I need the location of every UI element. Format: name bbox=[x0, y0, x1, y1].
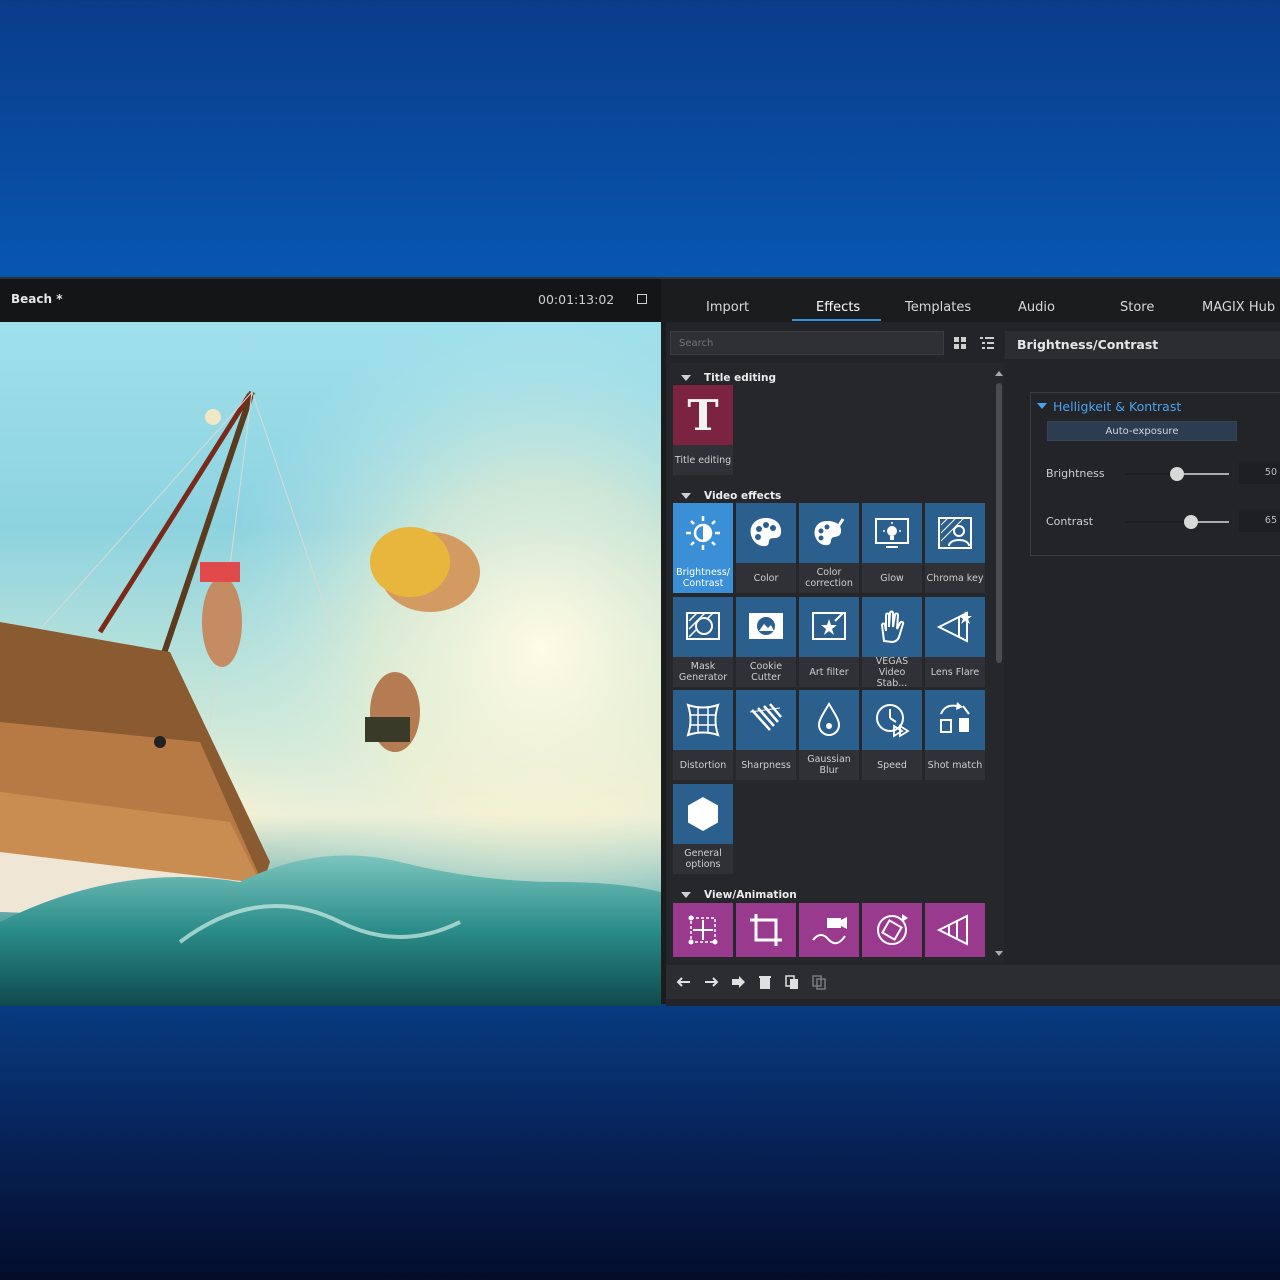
forward-arrow-icon[interactable] bbox=[701, 972, 721, 992]
perspective-icon bbox=[925, 903, 985, 957]
chroma-key-icon bbox=[925, 503, 985, 563]
cookie-cutter-icon bbox=[736, 597, 796, 657]
effect-tile-speed[interactable]: Speed bbox=[862, 690, 922, 780]
effect-tile-title-editing[interactable]: T Title editing bbox=[673, 385, 733, 475]
timecode: 00:01:13:02 bbox=[538, 292, 615, 307]
tab-audio[interactable]: Audio bbox=[1018, 300, 1055, 315]
video-preview[interactable] bbox=[0, 322, 661, 1006]
effect-tile-shot-match[interactable]: Shot match bbox=[925, 690, 985, 780]
crop-icon bbox=[736, 903, 796, 957]
sun-icon bbox=[673, 503, 733, 563]
effect-tile-color[interactable]: Color bbox=[736, 503, 796, 593]
tab-bar: Import Effects Templates Audio Store MAG… bbox=[666, 279, 1280, 322]
brightness-label: Brightness bbox=[1046, 467, 1105, 480]
effect-tile-crop[interactable] bbox=[736, 903, 796, 957]
shot-match-icon bbox=[925, 690, 985, 750]
drop-icon bbox=[799, 690, 859, 750]
effect-tile-rotation[interactable] bbox=[862, 903, 922, 957]
effect-tile-cookie-cutter[interactable]: Cookie Cutter bbox=[736, 597, 796, 687]
project-title: Beach * bbox=[11, 292, 63, 306]
collapse-arrow-icon[interactable] bbox=[681, 892, 691, 898]
brightness-value[interactable]: 50 bbox=[1239, 462, 1280, 484]
scroll-up-icon[interactable] bbox=[995, 371, 1003, 376]
apply-effect-icon[interactable] bbox=[728, 972, 748, 992]
tab-templates[interactable]: Templates bbox=[905, 300, 971, 315]
contrast-slider[interactable] bbox=[1125, 515, 1229, 529]
effect-tile-distortion[interactable]: Distortion bbox=[673, 690, 733, 780]
title-t-icon: T bbox=[673, 385, 733, 445]
effect-properties: Helligkeit & Kontrast Auto-exposure Brig… bbox=[1030, 392, 1280, 556]
grid-view-icon[interactable] bbox=[951, 334, 969, 352]
speed-clock-icon bbox=[862, 690, 922, 750]
move-position-icon bbox=[673, 903, 733, 957]
glow-bulb-icon bbox=[862, 503, 922, 563]
back-arrow-icon[interactable] bbox=[674, 972, 694, 992]
contrast-label: Contrast bbox=[1046, 515, 1094, 528]
effect-tile-glow[interactable]: Glow bbox=[862, 503, 922, 593]
search-row bbox=[670, 331, 1000, 357]
hand-stabilizer-icon bbox=[862, 597, 922, 657]
preview-header: Beach * 00:01:13:02 bbox=[0, 279, 661, 322]
effect-tile-mask-generator[interactable]: Mask Generator bbox=[673, 597, 733, 687]
contrast-value[interactable]: 65 bbox=[1239, 510, 1280, 532]
collapse-arrow-icon[interactable] bbox=[681, 493, 691, 499]
brightness-slider[interactable] bbox=[1125, 467, 1229, 481]
browser-scrollbar[interactable] bbox=[995, 371, 1003, 956]
effect-tile-vegas-video-stab[interactable]: VEGAS Video Stab... bbox=[862, 597, 922, 689]
collapse-arrow-icon[interactable] bbox=[1037, 403, 1047, 409]
properties-group-title[interactable]: Helligkeit & Kontrast bbox=[1053, 399, 1181, 414]
media-pool-panel: Import Effects Templates Audio Store MAG… bbox=[666, 279, 1280, 1006]
contrast-slider-fill bbox=[1125, 521, 1191, 523]
lens-flare-icon bbox=[925, 597, 985, 657]
contrast-slider-knob[interactable] bbox=[1183, 515, 1198, 529]
paste-icon[interactable] bbox=[809, 972, 829, 992]
palette-icon bbox=[736, 503, 796, 563]
browser-toolbar bbox=[666, 965, 1280, 999]
effect-tile-sharpness[interactable]: Sharpness bbox=[736, 690, 796, 780]
brightness-slider-knob[interactable] bbox=[1170, 467, 1184, 481]
effect-tile-brightness-contrast[interactable]: Brightness/ Contrast bbox=[673, 503, 733, 593]
list-view-icon[interactable] bbox=[978, 334, 996, 352]
copy-icon[interactable] bbox=[782, 972, 802, 992]
effect-tile-general-options[interactable]: General options bbox=[673, 784, 733, 874]
camera-path-icon bbox=[799, 903, 859, 957]
effect-tile-art-filter[interactable]: Art filter bbox=[799, 597, 859, 687]
delete-trash-icon[interactable] bbox=[755, 972, 775, 992]
tab-magix-hub[interactable]: MAGIX Hub bbox=[1202, 300, 1275, 315]
rotate-icon bbox=[862, 903, 922, 957]
app-window: Beach * 00:01:13:02 Import Effects Templ… bbox=[0, 277, 1280, 1006]
tab-import[interactable]: Import bbox=[706, 300, 749, 315]
effect-tile-camera-path[interactable] bbox=[799, 903, 859, 957]
effects-browser: Title editing T Title editing Video effe… bbox=[670, 363, 1004, 963]
beach-jump-image bbox=[0, 322, 661, 1006]
active-tab-indicator bbox=[792, 319, 881, 321]
effect-tile-view-position[interactable] bbox=[673, 903, 733, 957]
effect-tile-chroma-key[interactable]: Chroma key bbox=[925, 503, 985, 593]
sharpness-icon bbox=[736, 690, 796, 750]
tab-effects[interactable]: Effects bbox=[816, 300, 860, 315]
auto-exposure-button[interactable]: Auto-exposure bbox=[1047, 421, 1237, 441]
effect-tile-perspective[interactable] bbox=[925, 903, 985, 957]
scroll-thumb[interactable] bbox=[996, 383, 1002, 663]
effect-settings-header: Brightness/Contrast bbox=[1005, 331, 1280, 359]
distortion-grid-icon bbox=[673, 690, 733, 750]
scroll-down-icon[interactable] bbox=[995, 951, 1003, 956]
hexagon-icon bbox=[673, 784, 733, 844]
palette-brush-icon bbox=[799, 503, 859, 563]
mask-icon bbox=[673, 597, 733, 657]
art-filter-icon bbox=[799, 597, 859, 657]
tab-store[interactable]: Store bbox=[1120, 300, 1154, 315]
search-input[interactable] bbox=[670, 331, 944, 355]
maximize-preview-icon[interactable] bbox=[637, 294, 647, 304]
effect-tile-color-correction[interactable]: Color correction bbox=[799, 503, 859, 593]
effect-tile-gaussian-blur[interactable]: Gaussian Blur bbox=[799, 690, 859, 780]
collapse-arrow-icon[interactable] bbox=[681, 375, 691, 381]
effect-tile-lens-flare[interactable]: Lens Flare bbox=[925, 597, 985, 687]
